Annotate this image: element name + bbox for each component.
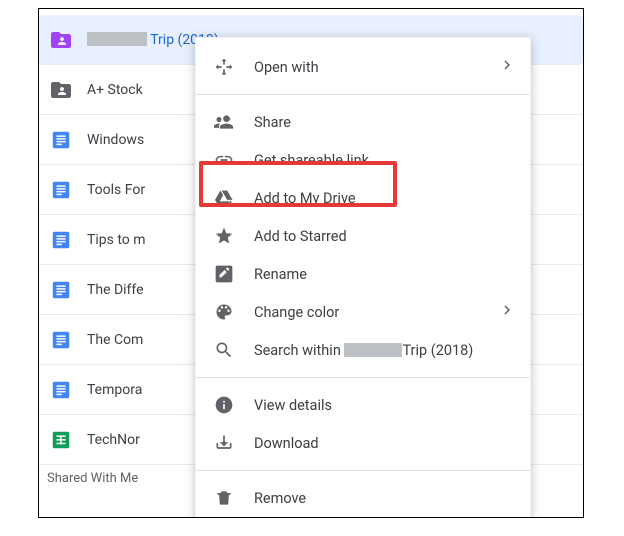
svg-text:+: + <box>228 199 233 208</box>
doc-icon <box>49 178 73 202</box>
menu-share[interactable]: Share <box>196 103 530 141</box>
file-name: Tips to m <box>87 232 146 248</box>
menu-separator <box>196 470 530 471</box>
chevron-right-icon <box>498 56 516 78</box>
menu-search-within[interactable]: Search within Trip (2018) <box>196 331 530 369</box>
menu-view-details[interactable]: View details <box>196 386 530 424</box>
menu-add-to-starred[interactable]: Add to Starred <box>196 217 530 255</box>
palette-icon <box>212 300 236 324</box>
doc-icon <box>49 328 73 352</box>
folder-shared-icon <box>49 28 73 52</box>
doc-icon <box>49 378 73 402</box>
star-icon <box>212 224 236 248</box>
doc-icon <box>49 128 73 152</box>
menu-add-to-drive[interactable]: + Add to My Drive <box>196 179 530 217</box>
menu-separator <box>196 94 530 95</box>
menu-get-shareable-link[interactable]: Get shareable link <box>196 141 530 179</box>
chevron-right-icon <box>498 301 516 323</box>
file-name: Windows <box>87 132 144 148</box>
download-icon <box>212 431 236 455</box>
trash-icon <box>212 486 236 510</box>
redacted-text <box>344 343 402 357</box>
doc-icon <box>49 228 73 252</box>
file-name: TechNor <box>87 432 140 448</box>
menu-change-color[interactable]: Change color <box>196 293 530 331</box>
menu-separator <box>196 377 530 378</box>
file-name: A+ Stock <box>87 82 143 98</box>
open-with-icon <box>212 55 236 79</box>
sheet-icon <box>49 428 73 452</box>
drive-add-icon: + <box>212 186 236 210</box>
context-menu: Open with Share Get shareable link <box>195 37 531 518</box>
file-name: The Com <box>87 332 143 348</box>
file-name: Tools For <box>87 182 145 198</box>
info-icon <box>212 393 236 417</box>
share-icon <box>212 110 236 134</box>
redacted-text <box>87 32 147 46</box>
file-name: Tempora <box>87 382 142 398</box>
folder-icon <box>49 78 73 102</box>
menu-rename[interactable]: Rename <box>196 255 530 293</box>
file-name: The Diffe <box>87 282 144 298</box>
menu-open-with[interactable]: Open with <box>196 48 530 86</box>
menu-remove[interactable]: Remove <box>196 479 530 517</box>
doc-icon <box>49 278 73 302</box>
search-icon <box>212 338 236 362</box>
link-icon <box>212 148 236 172</box>
rename-icon <box>212 262 236 286</box>
app-frame: Trip (2018) A+ Stock Windows Tools For <box>38 8 584 518</box>
search-within-label: Search within Trip (2018) <box>254 342 473 359</box>
menu-download[interactable]: Download <box>196 424 530 462</box>
